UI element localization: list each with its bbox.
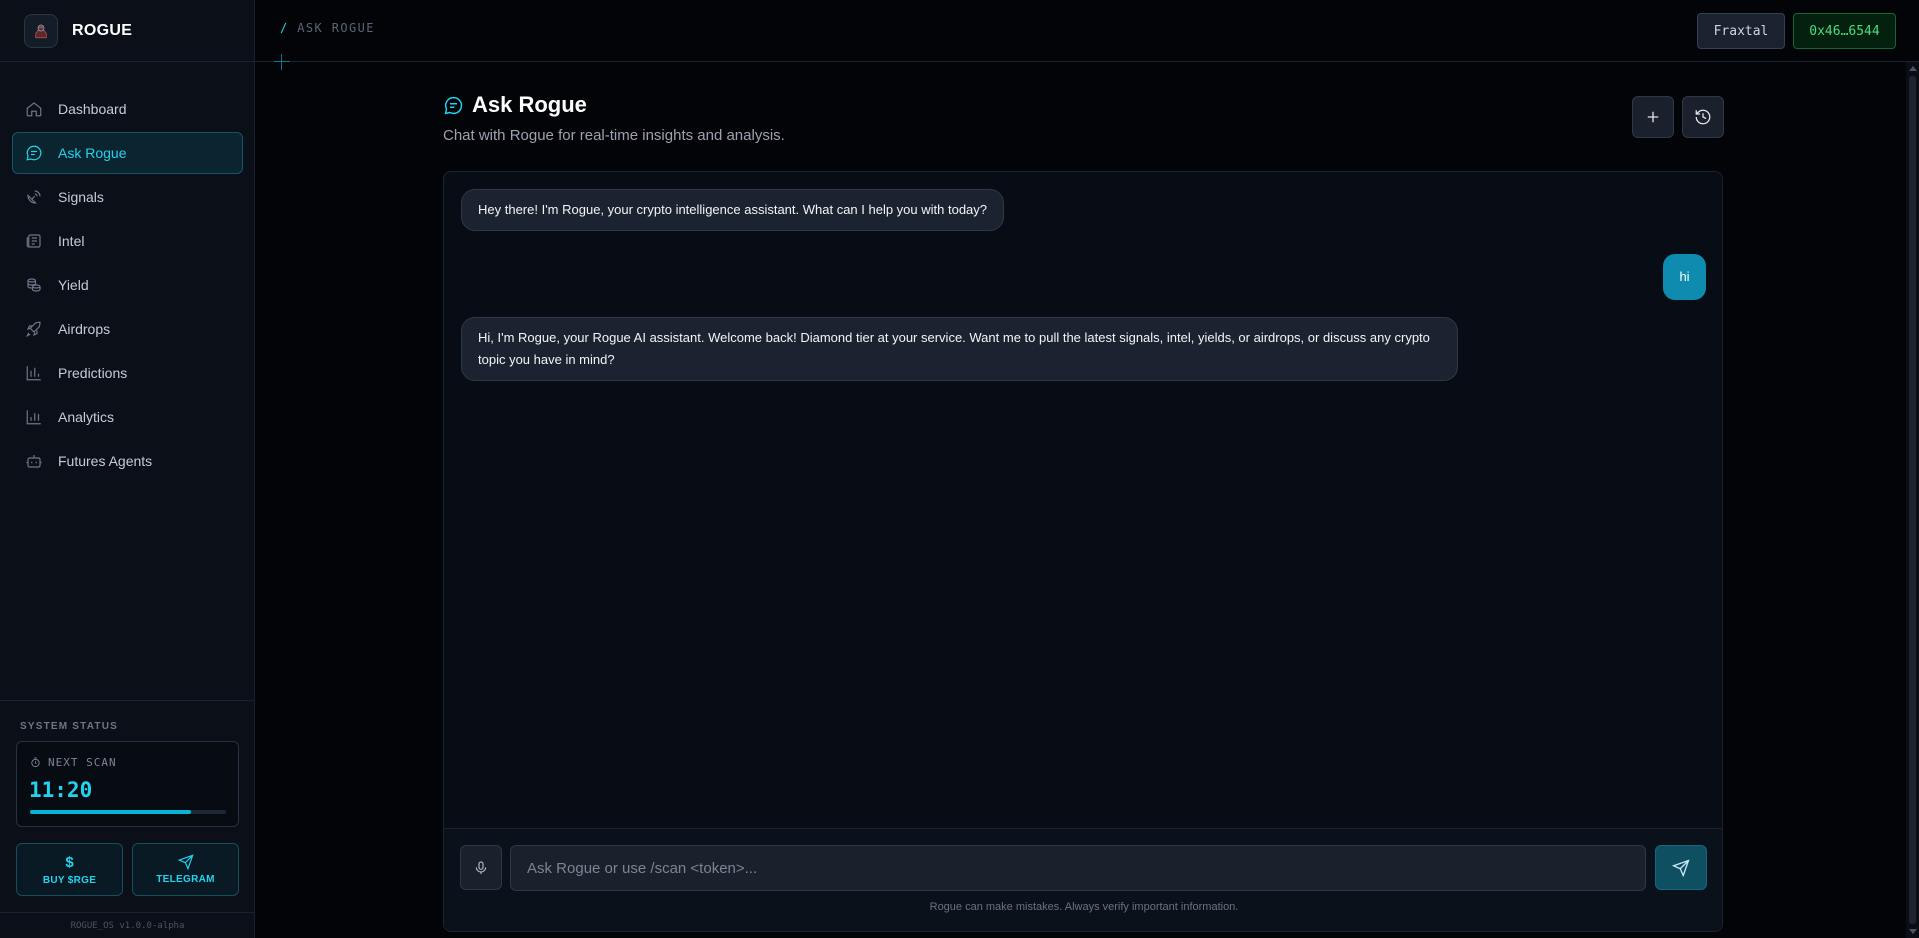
buy-rge-button[interactable]: $ BUY $RGE: [16, 843, 123, 896]
user-message: hi: [1663, 254, 1706, 300]
sidebar-item-signals[interactable]: Signals: [12, 176, 243, 218]
assistant-message: Hi, I'm Rogue, your Rogue AI assistant. …: [461, 317, 1458, 381]
page-subtitle: Chat with Rogue for real-time insights a…: [443, 127, 785, 144]
sidebar-item-dashboard[interactable]: Dashboard: [12, 88, 243, 130]
chat-bubble-icon: [444, 96, 463, 114]
page-header: Ask Rogue Chat with Rogue for real-time …: [443, 92, 785, 144]
home-icon: [26, 102, 42, 117]
sidebar-item-label: Signals: [58, 189, 104, 205]
coins-icon: [27, 278, 41, 292]
send-button[interactable]: [1655, 845, 1707, 890]
disclaimer: Rogue can make mistakes. Always verify i…: [929, 901, 1239, 913]
next-scan-progress-fill: [30, 810, 191, 814]
send-icon: [1672, 858, 1690, 877]
sidebar-nav: Dashboard Ask Rogue Signals Intel Yield …: [12, 88, 243, 484]
sidebar-item-label: Dashboard: [58, 101, 127, 117]
wallet-button[interactable]: 0x46…6544: [1793, 13, 1896, 49]
new-chat-button[interactable]: [1632, 96, 1674, 138]
app-root: ROGUE Dashboard Ask Rogue Signals Intel …: [0, 0, 1919, 938]
dollar-icon: $: [65, 853, 74, 871]
scrollbar-thumb[interactable]: [1909, 76, 1916, 924]
sidebar-item-label: Ask Rogue: [58, 145, 127, 161]
newspaper-icon: [26, 234, 41, 248]
sidebar-item-analytics[interactable]: Analytics: [12, 396, 243, 438]
sidebar-item-yield[interactable]: Yield: [12, 264, 243, 306]
sidebar-item-label: Airdrops: [58, 321, 111, 337]
page-title: Ask Rogue: [472, 92, 587, 117]
next-scan-time: 11:20: [29, 778, 93, 802]
sidebar: ROGUE Dashboard Ask Rogue Signals Intel …: [0, 0, 255, 938]
breadcrumb-current: ASK ROGUE: [297, 21, 375, 35]
brand[interactable]: ROGUE: [0, 0, 255, 62]
chat-bubble-icon: [26, 145, 42, 161]
chat-history-button[interactable]: [1682, 96, 1724, 138]
microphone-icon: [475, 860, 487, 874]
voice-input-button[interactable]: [460, 845, 502, 890]
send-icon: [177, 854, 194, 870]
rocket-icon: [25, 321, 41, 338]
version-label: ROGUE_OS v1.0.0-alpha: [0, 912, 255, 938]
top-bar: / ASK ROGUE Fraxtal 0x46…6544: [255, 0, 1919, 70]
sidebar-item-label: Predictions: [58, 365, 128, 381]
sidebar-item-label: Intel: [58, 233, 85, 249]
plus-icon: [1647, 111, 1659, 123]
satellite-dish-icon: [27, 190, 41, 204]
crosshair-icon: [274, 54, 290, 70]
breadcrumb: / ASK ROGUE: [280, 21, 375, 35]
sidebar-item-airdrops[interactable]: Airdrops: [12, 308, 243, 350]
scroll-down-icon[interactable]: [1909, 929, 1917, 934]
telegram-button[interactable]: TELEGRAM: [132, 843, 239, 896]
breadcrumb-separator: /: [280, 21, 289, 35]
next-scan-card: NEXT SCAN 11:20: [16, 741, 239, 827]
telegram-label: TELEGRAM: [156, 874, 215, 885]
brand-name: ROGUE: [72, 21, 133, 39]
assistant-message: Hey there! I'm Rogue, your crypto intell…: [461, 189, 1005, 231]
bar-chart-icon: [26, 366, 41, 381]
timer-icon: [31, 757, 40, 768]
system-status: SYSTEM STATUS NEXT SCAN 11:20 $ BUY $RGE…: [0, 700, 255, 896]
rogue-logo-icon: [24, 13, 58, 48]
network-selector[interactable]: Fraxtal: [1697, 13, 1785, 49]
chat-input[interactable]: [510, 845, 1646, 891]
bot-icon: [26, 455, 42, 468]
sidebar-item-label: Yield: [58, 277, 89, 293]
sidebar-item-futures-agents[interactable]: Futures Agents: [12, 440, 243, 482]
next-scan-label: NEXT SCAN: [30, 756, 117, 769]
sidebar-item-predictions[interactable]: Predictions: [12, 352, 243, 394]
sidebar-item-ask-rogue[interactable]: Ask Rogue: [12, 132, 243, 174]
sidebar-item-label: Futures Agents: [58, 453, 153, 469]
page-scrollbar[interactable]: [1906, 62, 1919, 938]
buy-rge-label: BUY $RGE: [42, 874, 97, 886]
history-icon: [1695, 109, 1711, 125]
next-scan-label-text: NEXT SCAN: [48, 756, 117, 769]
chat-composer: Rogue can make mistakes. Always verify i…: [444, 828, 1722, 931]
next-scan-progress: [30, 810, 226, 814]
bar-chart-icon: [26, 410, 41, 425]
sidebar-item-label: Analytics: [58, 409, 115, 425]
scroll-up-icon[interactable]: [1909, 66, 1917, 71]
chat-panel: Hey there! I'm Rogue, your crypto intell…: [443, 171, 1723, 932]
system-status-title: SYSTEM STATUS: [20, 721, 119, 732]
sidebar-item-intel[interactable]: Intel: [12, 220, 243, 262]
